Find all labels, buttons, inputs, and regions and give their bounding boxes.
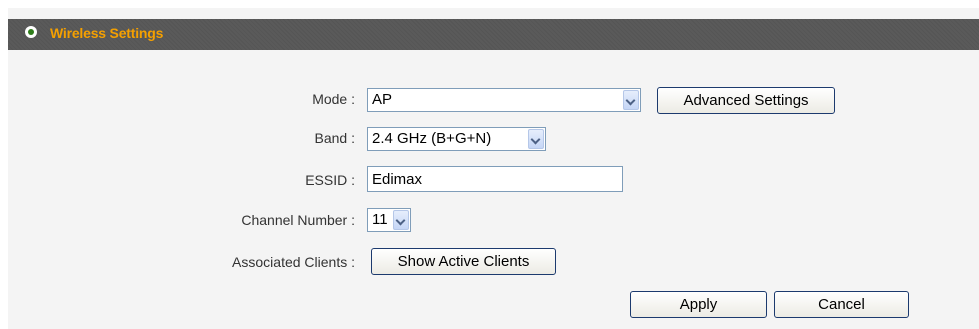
channel-select[interactable]: 11 xyxy=(367,208,411,232)
chevron-down-icon[interactable] xyxy=(393,210,409,230)
section-header: Wireless Settings xyxy=(8,19,979,50)
mode-select[interactable]: AP xyxy=(367,88,641,112)
chevron-down-icon[interactable] xyxy=(528,129,544,149)
essid-label: ESSID : xyxy=(305,172,355,188)
band-label: Band : xyxy=(314,130,355,146)
channel-label: Channel Number : xyxy=(241,212,355,228)
radio-bullet-icon xyxy=(25,26,37,38)
mode-select-value: AP xyxy=(372,91,393,108)
cancel-button[interactable]: Cancel xyxy=(774,291,909,318)
band-select[interactable]: 2.4 GHz (B+G+N) xyxy=(367,127,546,151)
mode-label: Mode : xyxy=(312,91,355,107)
associated-clients-label: Associated Clients : xyxy=(232,254,355,270)
chevron-down-icon[interactable] xyxy=(623,90,639,110)
band-select-value: 2.4 GHz (B+G+N) xyxy=(372,130,492,147)
channel-select-value: 11 xyxy=(372,211,388,228)
section-title: Wireless Settings xyxy=(50,25,164,41)
essid-input[interactable] xyxy=(367,166,623,192)
advanced-settings-button[interactable]: Advanced Settings xyxy=(657,87,835,114)
show-active-clients-button[interactable]: Show Active Clients xyxy=(371,248,556,275)
apply-button[interactable]: Apply xyxy=(630,291,767,318)
